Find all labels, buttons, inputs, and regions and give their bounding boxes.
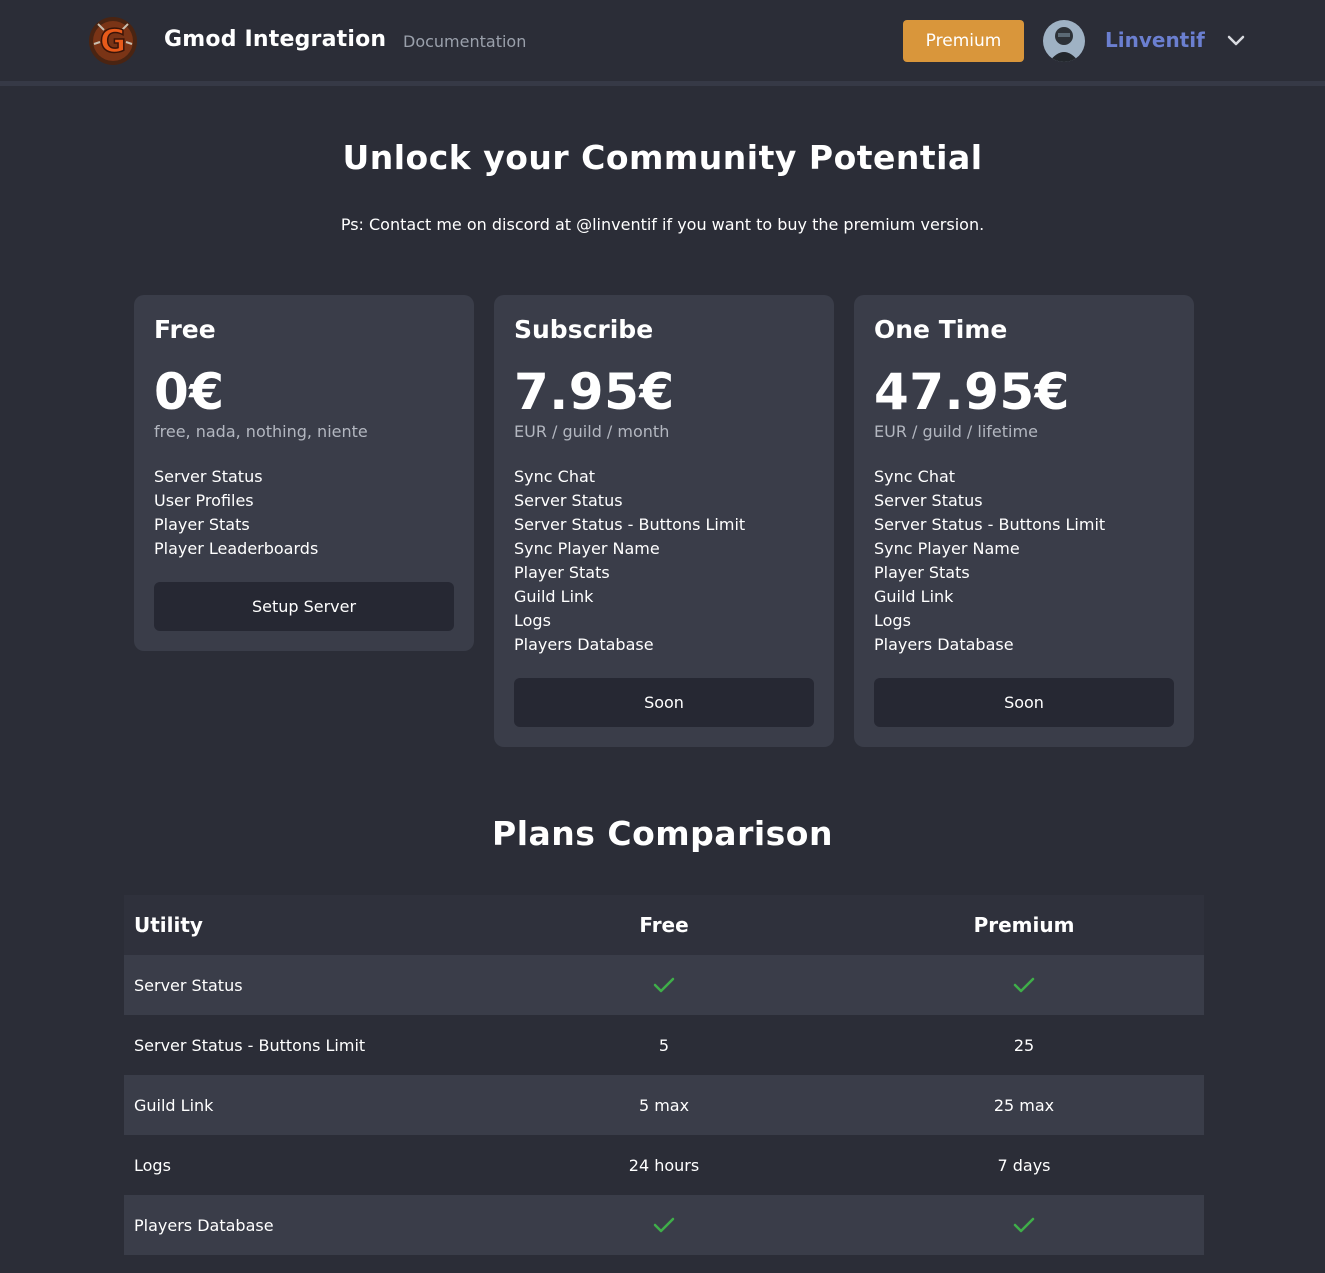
table-cell: [484, 955, 844, 1015]
plan-period: free, nada, nothing, niente: [154, 422, 368, 441]
check-icon: [1013, 977, 1035, 993]
plan-feature-list: Sync Chat Server Status Server Status - …: [514, 465, 745, 657]
plan-feature: Server Status - Buttons Limit: [514, 515, 746, 534]
plan-feature: Players Database: [514, 635, 654, 654]
table-cell: 25 max: [993, 1095, 1055, 1115]
plan-feature-list: Server Status User Profiles Player Stats…: [154, 465, 318, 561]
table-cell: 25: [1013, 1035, 1035, 1055]
plan-period: EUR / guild / month: [514, 422, 670, 441]
check-icon: [653, 1217, 675, 1233]
plan-feature-list: Sync Chat Server Status Server Status - …: [874, 465, 1105, 657]
plan-title: Free: [154, 315, 216, 344]
table-cell: [844, 1195, 1204, 1255]
plan-feature: Server Status: [874, 491, 983, 510]
plan-feature: Server Status: [154, 467, 263, 486]
documentation-link[interactable]: Documentation: [403, 32, 526, 51]
plan-feature: Logs: [514, 611, 551, 630]
svg-text:G: G: [100, 22, 126, 60]
premium-button[interactable]: Premium: [903, 20, 1024, 62]
hero-title: Unlock your Community Potential: [342, 138, 983, 177]
plan-feature: Server Status - Buttons Limit: [874, 515, 1106, 534]
user-avatar[interactable]: [1043, 20, 1085, 62]
plan-period: EUR / guild / lifetime: [874, 422, 1038, 441]
plan-feature: Sync Player Name: [874, 539, 1020, 558]
plan-card-one-time: One Time 47.95€ EUR / guild / lifetime S…: [854, 295, 1194, 747]
table-cell: Logs: [134, 1155, 171, 1175]
plan-feature: Guild Link: [514, 587, 594, 606]
plan-card-free: Free 0€ free, nada, nothing, niente Serv…: [134, 295, 474, 651]
check-icon: [653, 977, 675, 993]
setup-server-button[interactable]: Setup Server: [154, 582, 454, 631]
table-cell: Server Status - Buttons Limit: [134, 1035, 366, 1055]
table-row: Server Status: [124, 955, 1204, 1015]
plan-feature: Sync Chat: [514, 467, 596, 486]
plan-feature: Player Stats: [514, 563, 610, 582]
table-cell: 5 max: [638, 1095, 690, 1115]
plan-feature: Server Status: [514, 491, 623, 510]
plan-feature: Sync Chat: [874, 467, 956, 486]
plan-price: 7.95€: [514, 363, 675, 421]
plan-feature: Player Stats: [154, 515, 250, 534]
username-label[interactable]: Linventif: [1105, 28, 1205, 52]
hero-subtitle: Ps: Contact me on discord at @linventif …: [340, 215, 985, 234]
plan-feature: Logs: [874, 611, 911, 630]
table-cell: 7 days: [997, 1155, 1051, 1175]
subscribe-soon-button[interactable]: Soon: [514, 678, 814, 727]
plan-price: 47.95€: [874, 363, 1070, 421]
table-header: Utility: [134, 913, 203, 937]
table-row: Server Status - Buttons Limit 5 25: [124, 1015, 1204, 1075]
gmod-integration-logo-icon[interactable]: G: [86, 14, 140, 68]
top-navbar: G Gmod Integration Documentation Premium…: [0, 0, 1325, 86]
brand-title[interactable]: Gmod Integration: [164, 27, 386, 52]
table-header-row: Utility Free Premium: [124, 895, 1204, 955]
plan-card-subscribe: Subscribe 7.95€ EUR / guild / month Sync…: [494, 295, 834, 747]
table-cell: Guild Link: [134, 1095, 214, 1115]
table-row: Guild Link 5 max 25 max: [124, 1075, 1204, 1135]
comparison-table: Utility Free Premium Server Status Serve…: [124, 895, 1204, 1255]
check-icon: [1013, 1217, 1035, 1233]
plan-title: One Time: [874, 315, 1008, 344]
plan-feature: Player Stats: [874, 563, 970, 582]
plan-feature: Players Database: [874, 635, 1014, 654]
plan-feature: Guild Link: [874, 587, 954, 606]
table-header: Premium: [973, 913, 1075, 937]
table-header: Free: [639, 913, 689, 937]
plan-feature: User Profiles: [154, 491, 254, 510]
chevron-down-icon[interactable]: [1225, 30, 1247, 52]
plan-price: 0€: [154, 363, 225, 421]
comparison-title: Plans Comparison: [492, 814, 833, 853]
plan-feature: Player Leaderboards: [154, 539, 319, 558]
table-row: Logs 24 hours 7 days: [124, 1135, 1204, 1195]
table-cell: [844, 955, 1204, 1015]
table-cell: Server Status: [134, 975, 243, 995]
table-cell: 24 hours: [628, 1155, 700, 1175]
table-row: Players Database: [124, 1195, 1204, 1255]
plan-feature: Sync Player Name: [514, 539, 660, 558]
table-cell: 5: [658, 1035, 670, 1055]
table-cell: [484, 1195, 844, 1255]
table-cell: Players Database: [134, 1215, 274, 1235]
plan-title: Subscribe: [514, 315, 654, 344]
one-time-soon-button[interactable]: Soon: [874, 678, 1174, 727]
